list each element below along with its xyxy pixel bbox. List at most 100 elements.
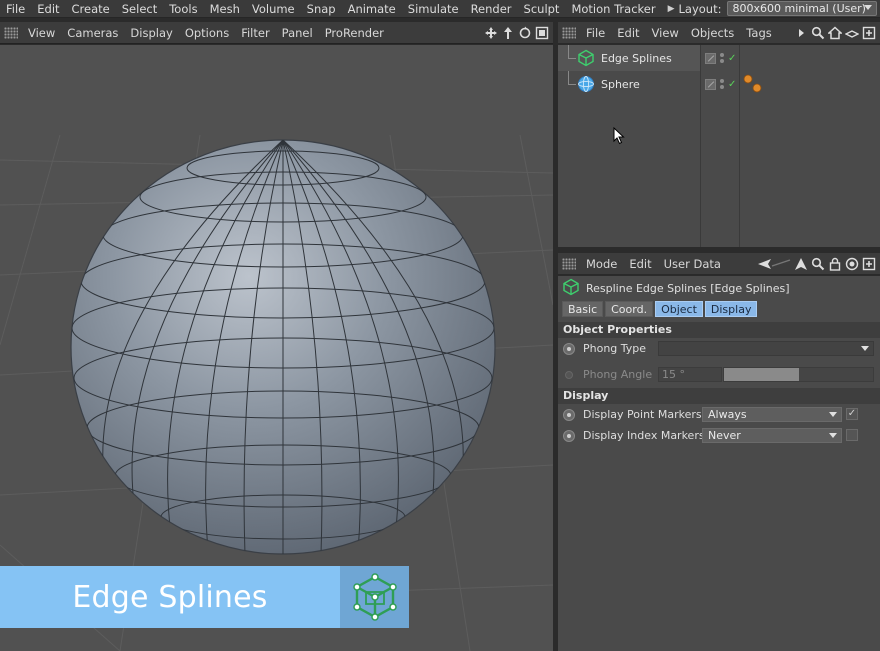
prop-display-point-markers: Display Point Markers Always ✓ <box>558 404 880 425</box>
move-view-icon[interactable] <box>484 26 498 40</box>
object-row-sphere[interactable]: Sphere <box>558 71 700 97</box>
menu-render[interactable]: Render <box>465 0 518 18</box>
animate-radio[interactable] <box>563 342 575 355</box>
edge-splines-icon <box>562 278 580 299</box>
viewport-menu-display[interactable]: Display <box>124 26 178 40</box>
prop-label: Phong Type <box>583 342 647 355</box>
object-row-edge-splines[interactable]: Edge Splines <box>558 45 700 71</box>
menu-animate[interactable]: Animate <box>342 0 402 18</box>
om-menu-tags[interactable]: Tags <box>740 26 777 40</box>
viewport-3d[interactable] <box>0 45 553 651</box>
om-menu-view[interactable]: View <box>646 26 685 40</box>
chevron-down-icon <box>861 346 869 351</box>
rotate-view-icon[interactable] <box>518 26 532 40</box>
am-menu-user-data[interactable]: User Data <box>658 257 727 271</box>
viewport-menu-panel[interactable]: Panel <box>276 26 319 40</box>
prop-phong-type: Phong Type <box>558 338 880 359</box>
menu-edit[interactable]: Edit <box>31 0 65 18</box>
layer-flag-icon[interactable] <box>705 78 716 90</box>
menu-mesh[interactable]: Mesh <box>204 0 246 18</box>
om-menu-objects[interactable]: Objects <box>685 26 740 40</box>
menu-select[interactable]: Select <box>116 0 163 18</box>
select-value: Always <box>708 408 747 421</box>
am-menu-mode[interactable]: Mode <box>580 257 623 271</box>
back-forward-icon[interactable] <box>757 257 791 271</box>
phong-tag-icon[interactable] <box>742 73 764 96</box>
enabled-check-icon[interactable]: ✓ <box>728 53 736 64</box>
maximize-view-icon[interactable] <box>535 26 549 40</box>
display-index-markers-checkbox[interactable] <box>846 429 858 441</box>
lock-icon[interactable] <box>828 257 842 271</box>
section-object-properties[interactable]: Object Properties <box>558 322 880 338</box>
am-title: Respline Edge Splines [Edge Splines] <box>586 281 790 295</box>
viewport-menu-cameras[interactable]: Cameras <box>61 26 124 40</box>
expand-arrow-icon[interactable] <box>794 26 808 40</box>
zoom-view-icon[interactable] <box>501 26 515 40</box>
om-menu-edit[interactable]: Edit <box>611 26 645 40</box>
display-point-markers-checkbox[interactable]: ✓ <box>846 408 858 420</box>
tab-object[interactable]: Object <box>655 301 703 317</box>
am-menu-edit[interactable]: Edit <box>623 257 657 271</box>
expand-arrow-icon[interactable]: ▶ <box>668 4 675 14</box>
grip-handle-icon[interactable] <box>4 26 18 39</box>
layout-group: ▶ Layout: 800x600 minimal (User) <box>668 0 880 18</box>
om-menu-file[interactable]: File <box>580 26 611 40</box>
enabled-check-icon[interactable]: ✓ <box>728 79 736 90</box>
visibility-dots-icon[interactable] <box>719 52 725 64</box>
menu-volume[interactable]: Volume <box>246 0 301 18</box>
layer-flag-icon[interactable] <box>705 52 716 64</box>
menu-simulate[interactable]: Simulate <box>402 0 465 18</box>
search-icon[interactable] <box>811 257 825 271</box>
phong-angle-value: 15 ° <box>662 368 685 381</box>
edge-splines-icon <box>577 49 595 67</box>
phong-angle-slider[interactable] <box>723 367 874 382</box>
menu-tools[interactable]: Tools <box>163 0 203 18</box>
am-title-row: Respline Edge Splines [Edge Splines] <box>558 276 880 300</box>
tab-display[interactable]: Display <box>704 301 758 317</box>
menu-create[interactable]: Create <box>66 0 116 18</box>
tab-basic[interactable]: Basic <box>562 301 604 317</box>
layer-icon[interactable] <box>844 26 860 40</box>
target-icon[interactable] <box>845 257 859 271</box>
grip-handle-icon[interactable] <box>562 26 576 39</box>
new-panel-icon[interactable] <box>862 257 876 271</box>
viewport-menu-filter[interactable]: Filter <box>235 26 275 40</box>
animate-radio[interactable] <box>563 429 575 442</box>
sphere-mesh[interactable] <box>70 139 496 555</box>
am-tabs: Basic Coord. Object Display <box>558 300 880 318</box>
new-panel-icon[interactable] <box>862 26 876 40</box>
banner-title: Edge Splines <box>72 579 268 615</box>
section-display[interactable]: Display <box>558 388 880 404</box>
viewport-menu-options[interactable]: Options <box>179 26 235 40</box>
viewport-menu-view[interactable]: View <box>22 26 61 40</box>
search-icon[interactable] <box>811 26 825 40</box>
object-name[interactable]: Edge Splines <box>601 52 672 65</box>
display-point-markers-select[interactable]: Always <box>702 407 842 422</box>
menu-file[interactable]: File <box>0 0 31 18</box>
display-index-markers-select[interactable]: Never <box>702 428 842 443</box>
phong-type-select[interactable] <box>658 341 874 356</box>
animate-radio[interactable] <box>563 408 575 421</box>
menu-snap[interactable]: Snap <box>301 0 342 18</box>
object-manager-toolbar: File Edit View Objects Tags <box>558 22 880 44</box>
prop-phong-angle: Phong Angle 15 ° <box>558 364 880 385</box>
animate-radio[interactable] <box>565 370 573 379</box>
prop-display-index-markers: Display Index Markers Never <box>558 425 880 446</box>
viewport-menu-prorender[interactable]: ProRender <box>319 26 390 40</box>
home-icon[interactable] <box>827 25 843 40</box>
grip-handle-icon[interactable] <box>562 257 576 270</box>
menu-sculpt[interactable]: Sculpt <box>518 0 566 18</box>
layout-select[interactable]: 800x600 minimal (User) <box>727 1 878 16</box>
layout-label: Layout: <box>678 1 722 16</box>
object-name[interactable]: Sphere <box>601 78 640 91</box>
chevron-down-icon <box>864 5 873 10</box>
menu-motion-tracker[interactable]: Motion Tracker <box>565 0 661 18</box>
up-arrow-icon[interactable] <box>794 257 808 271</box>
tab-coord[interactable]: Coord. <box>605 301 654 317</box>
attribute-manager-toolbar: Mode Edit User Data <box>558 253 880 275</box>
slider-fill <box>724 368 799 381</box>
phong-angle-field[interactable]: 15 ° <box>658 367 722 382</box>
visibility-dots-icon[interactable] <box>719 78 725 90</box>
edge-splines-logo-icon <box>340 566 409 628</box>
chevron-down-icon <box>829 433 837 438</box>
